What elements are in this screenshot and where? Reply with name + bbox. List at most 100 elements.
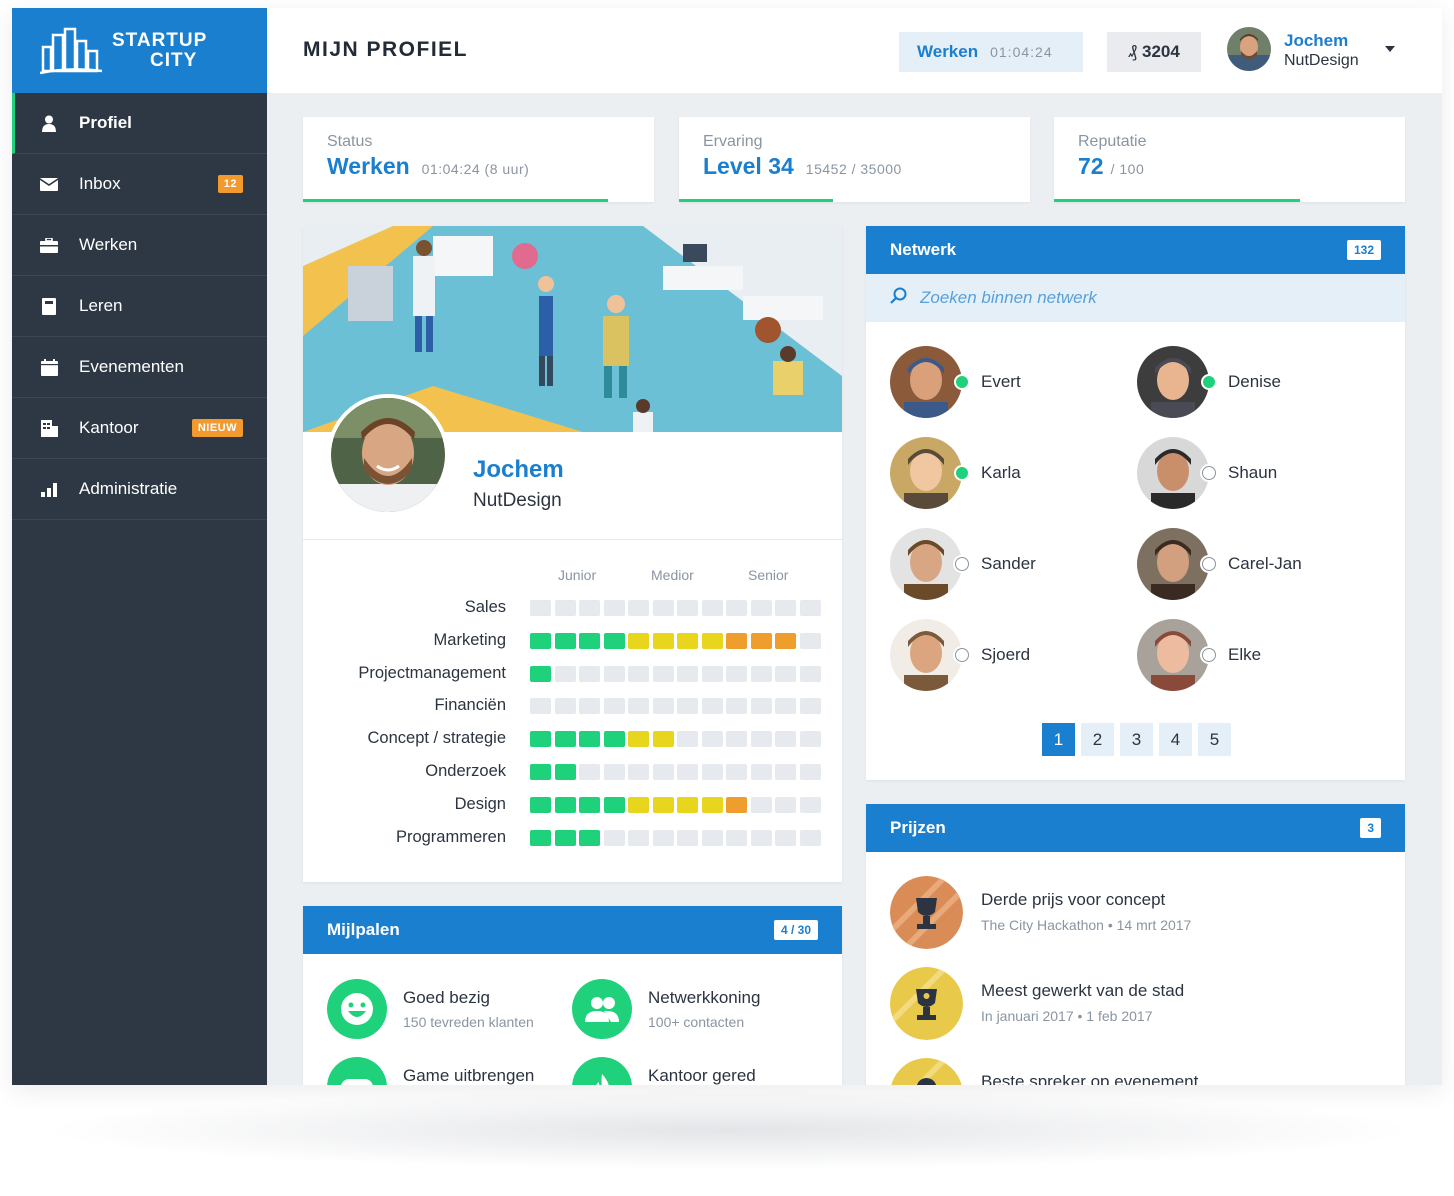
skill-level-cell — [652, 829, 674, 846]
milestone-title: Kantoor gered — [648, 1066, 756, 1085]
coin-icon: ₰ — [1128, 42, 1138, 61]
contact-name: Elke — [1228, 645, 1262, 664]
sidebar-item-profiel[interactable]: Profiel — [12, 93, 267, 154]
prize-title: Derde prijs voor concept — [981, 890, 1166, 909]
contact-item[interactable]: Elke — [1137, 619, 1261, 691]
milestone-item[interactable]: Game uitbrengen — [327, 1057, 534, 1085]
book-icon — [40, 297, 58, 315]
contact-item[interactable]: Karla — [890, 437, 1021, 509]
skill-level-bar — [530, 698, 824, 715]
experience-card: Ervaring Level 34 15452 / 35000 — [679, 117, 1030, 202]
skill-level-cell — [554, 665, 576, 682]
skill-level-cell — [726, 698, 747, 715]
user-icon — [40, 114, 58, 132]
skill-name: Marketing — [433, 630, 506, 649]
skill-level-cell — [726, 665, 747, 682]
network-header: Netwerk 132 — [866, 226, 1405, 274]
skill-level-cell — [628, 829, 649, 846]
contact-item[interactable]: Sjoerd — [890, 619, 1030, 691]
contact-avatar — [1137, 619, 1209, 691]
prize-item[interactable]: Meest gewerkt van de stad In januari 201… — [890, 967, 1184, 1040]
contact-name: Sjoerd — [981, 645, 1031, 664]
reputation-value: 72 — [1078, 153, 1104, 179]
coins-button[interactable]: ₰ 3204 — [1107, 32, 1201, 72]
skill-row: Projectmanagement — [303, 664, 842, 684]
milestone-title: Game uitbrengen — [403, 1066, 535, 1085]
milestone-item[interactable]: Kantoor gered — [572, 1057, 756, 1085]
skill-level-cell — [530, 829, 551, 846]
contact-avatar — [890, 437, 962, 509]
skill-level-cell — [750, 632, 772, 649]
skill-level-cell — [701, 665, 723, 682]
sidebar-item-inbox[interactable]: Inbox 12 — [12, 154, 267, 215]
skill-level-cell — [701, 632, 723, 649]
work-status-label: Werken — [917, 42, 979, 61]
network-panel: Netwerk 132 Evert Denise Karla Shaun Sander C… — [866, 226, 1405, 780]
contact-item[interactable]: Shaun — [1137, 437, 1277, 509]
contact-item[interactable]: Evert — [890, 346, 1021, 418]
skill-level-bar — [530, 665, 824, 682]
milestones-header: Mijlpalen 4 / 30 — [303, 906, 842, 954]
skill-level-cell — [603, 600, 625, 616]
user-company: NutDesign — [1284, 52, 1359, 69]
prize-item[interactable]: Beste spreker op evenement — [890, 1058, 1198, 1085]
sidebar-item-kantoor[interactable]: Kantoor NIEUW — [12, 398, 267, 459]
skill-level-cell — [726, 829, 747, 846]
skill-level-cell — [677, 764, 698, 780]
logo[interactable]: STARTUP CITY — [12, 8, 267, 93]
skill-level-cell — [579, 632, 600, 649]
prize-item[interactable]: Derde prijs voor concept The City Hackat… — [890, 876, 1191, 949]
skill-name: Projectmanagement — [358, 663, 506, 682]
page-button-2[interactable]: 2 — [1081, 723, 1114, 756]
user-name: Jochem — [1284, 31, 1349, 50]
level-medior-label: Medior — [651, 567, 694, 583]
contact-name: Shaun — [1228, 463, 1278, 482]
offline-status-icon — [1202, 648, 1216, 662]
status-label: Status — [327, 133, 373, 150]
profile-avatar[interactable] — [327, 394, 449, 516]
people-icon — [572, 979, 632, 1039]
sidebar-item-administratie[interactable]: Administratie — [12, 459, 267, 520]
skill-name: Concept / strategie — [367, 729, 507, 748]
milestone-item[interactable]: Netwerkkoning 100+ contacten — [572, 979, 760, 1039]
contact-item[interactable]: Sander — [890, 528, 1036, 600]
smiley-icon — [327, 979, 387, 1039]
contact-item[interactable]: Carel-Jan — [1137, 528, 1302, 600]
skill-level-cell — [628, 731, 649, 748]
work-status-button[interactable]: Werken 01:04:24 — [899, 32, 1083, 72]
sidebar-item-leren[interactable]: Leren — [12, 276, 267, 337]
flame-icon — [572, 1057, 632, 1085]
sidebar-item-werken[interactable]: Werken — [12, 215, 267, 276]
prizes-panel: Prijzen 3 Derde prijs voor concept The C… — [866, 804, 1405, 1085]
city-skyline-icon — [40, 27, 102, 75]
sidebar-item-label: Kantoor — [79, 418, 139, 437]
page-button-3[interactable]: 3 — [1120, 723, 1153, 756]
network-search-input[interactable] — [920, 288, 1320, 308]
contact-item[interactable]: Denise — [1137, 346, 1281, 418]
inbox-count-badge: 12 — [217, 175, 243, 193]
user-menu[interactable]: Jochem NutDesign — [1227, 26, 1427, 74]
skill-level-cell — [530, 764, 551, 780]
skill-level-cell — [750, 731, 772, 748]
profile-name: Jochem — [473, 456, 564, 483]
skill-level-cell — [530, 600, 551, 616]
page-button-1[interactable]: 1 — [1042, 723, 1075, 756]
contact-name: Karla — [981, 463, 1021, 482]
briefcase-icon — [40, 236, 58, 254]
skill-level-cell — [652, 796, 674, 813]
skill-level-cell — [750, 600, 772, 616]
skill-level-cell — [775, 829, 796, 846]
offline-status-icon — [955, 557, 969, 571]
milestone-item[interactable]: Goed bezig 150 tevreden klanten — [327, 979, 534, 1039]
sidebar-item-evenementen[interactable]: Evenementen — [12, 337, 267, 398]
page-button-4[interactable]: 4 — [1159, 723, 1192, 756]
chevron-down-icon[interactable] — [1385, 46, 1395, 52]
skill-level-cell — [603, 764, 625, 780]
sidebar-item-label: Evenementen — [79, 357, 184, 376]
prize-title: Meest gewerkt van de stad — [981, 981, 1185, 1000]
skill-level-cell — [628, 600, 649, 616]
prize-title: Beste spreker op evenement — [981, 1072, 1199, 1085]
skill-level-cell — [579, 764, 600, 780]
page-button-5[interactable]: 5 — [1198, 723, 1231, 756]
search-icon — [890, 287, 908, 310]
